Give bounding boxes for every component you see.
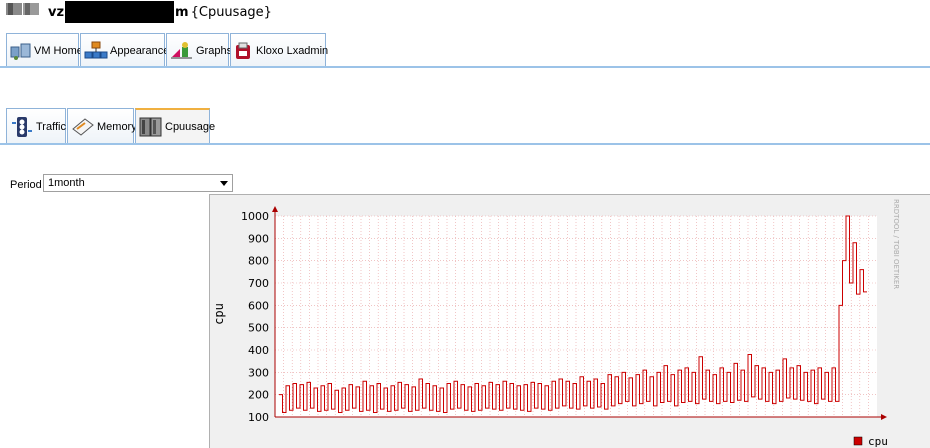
y-tick-label: 300 — [248, 366, 269, 379]
page-title: vz m {Cpuusage} — [48, 1, 272, 23]
kloxo-icon — [234, 41, 254, 61]
legend-label: cpu — [868, 435, 888, 448]
y-tick-label: 500 — [248, 322, 269, 335]
period-select[interactable]: 1month — [43, 174, 233, 192]
cpu-icon — [139, 116, 163, 138]
tab-label: Traffic — [36, 120, 66, 133]
vm-home-icon — [10, 41, 32, 61]
tab-label: VM Home — [34, 44, 83, 57]
y-tick-label: 100 — [248, 411, 269, 424]
period-selected-value: 1month — [48, 177, 85, 189]
graph-tab-bar: Traffic Memory Cpuusage — [6, 108, 215, 144]
appearance-icon — [84, 41, 108, 61]
chevron-down-icon — [220, 181, 228, 186]
rrdtool-watermark: RRDTOOL / TOBI OETIKER — [892, 199, 900, 289]
tab-label: Graphs — [196, 44, 233, 57]
title-suffix: {Cpuusage} — [190, 4, 272, 20]
tab-kloxo-lxadmin[interactable]: Kloxo Lxadmin — [230, 33, 329, 67]
x-axis-arrow — [881, 414, 887, 420]
legend-swatch — [853, 436, 863, 446]
period-label: Period — [10, 179, 42, 191]
tab-traffic[interactable]: Traffic — [6, 108, 66, 144]
y-tick-label: 900 — [248, 232, 269, 245]
y-axis-label: cpu — [212, 303, 226, 325]
tab-label: Memory — [97, 120, 137, 133]
y-tick-label: 800 — [248, 255, 269, 268]
tab-label: Kloxo Lxadmin — [256, 44, 329, 57]
server-icon — [6, 0, 40, 15]
y-tick-label: 600 — [248, 299, 269, 312]
tab-vm-home[interactable]: VM Home — [6, 33, 83, 67]
main-tab-divider — [0, 66, 930, 68]
tab-appearance[interactable]: Appearance — [80, 33, 169, 67]
traffic-icon — [10, 115, 34, 139]
tab-cpuusage[interactable]: Cpuusage — [135, 108, 215, 144]
cpu-usage-chart: 100 200 300 400 500 600 700 800 900 1000 cpu RRDTOO… — [212, 199, 900, 448]
tab-label: Cpuusage — [165, 121, 216, 133]
graph-tab-divider — [0, 143, 930, 145]
y-tick-label: 1000 — [241, 210, 269, 223]
title-suffix-bold: m — [175, 4, 189, 20]
main-tab-bar: VM Home Appearance Graphs Kloxo Lxadmin — [6, 33, 329, 67]
redacted-hostname — [65, 1, 175, 23]
y-tick-label: 400 — [248, 344, 269, 357]
graphs-icon — [170, 41, 194, 61]
y-tick-label: 200 — [248, 389, 269, 402]
tab-label: Appearance — [110, 44, 170, 57]
y-axis-arrow — [272, 206, 278, 212]
tab-memory[interactable]: Memory — [67, 108, 137, 144]
y-tick-label: 700 — [248, 277, 269, 290]
title-prefix: vz — [48, 4, 65, 20]
memory-icon — [71, 117, 95, 137]
tab-graphs[interactable]: Graphs — [166, 33, 233, 67]
